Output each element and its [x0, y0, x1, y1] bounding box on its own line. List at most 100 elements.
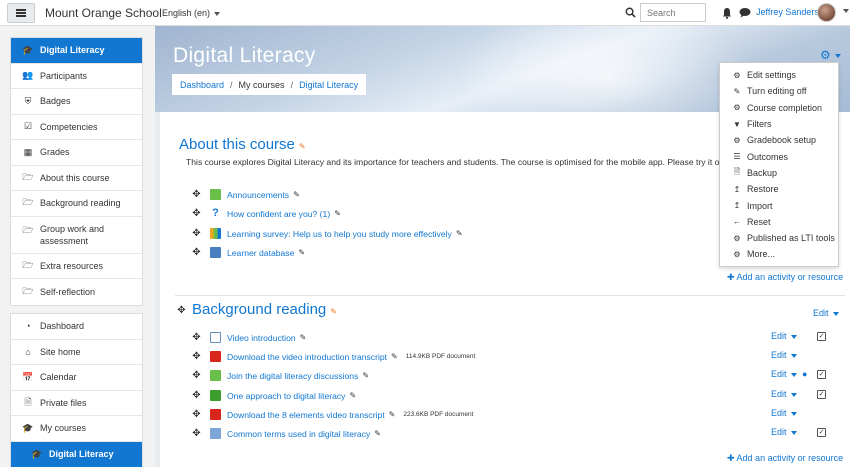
- move-icon[interactable]: ✥: [191, 428, 202, 439]
- menu-item-published-lti[interactable]: ⚙ Published as LTI tools: [720, 230, 838, 246]
- course-admin-menu-button[interactable]: ⚙: [820, 48, 841, 62]
- menu-item-course-completion[interactable]: ⚙ Course completion: [720, 100, 838, 116]
- activity-link[interactable]: Learner database: [227, 248, 294, 258]
- activity-edit-menu[interactable]: Edit: [771, 369, 797, 379]
- activity-link[interactable]: Join the digital literacy discussions: [227, 371, 358, 381]
- sidebar-item-participants[interactable]: 👥 Participants: [11, 64, 142, 89]
- sidebar-item-extra-resources[interactable]: 🗁 Extra resources: [11, 254, 142, 279]
- site-name[interactable]: Mount Orange School: [45, 6, 162, 20]
- menu-item-more[interactable]: ⚙ More...: [720, 246, 838, 262]
- activity-link[interactable]: Video introduction: [227, 333, 296, 343]
- move-icon[interactable]: ✥: [191, 409, 202, 420]
- sidebar-item-calendar[interactable]: 📅 Calendar: [11, 365, 142, 391]
- sidebar-item-site-home[interactable]: ⌂ Site home: [11, 340, 142, 365]
- user-menu-chevron-icon[interactable]: [843, 9, 849, 13]
- sidebar-item-background-reading[interactable]: 🗁 Background reading: [11, 191, 142, 217]
- move-icon[interactable]: ✥: [191, 351, 202, 362]
- move-icon[interactable]: ✥: [191, 247, 202, 258]
- menu-item-gradebook-setup[interactable]: ⚙ Gradebook setup: [720, 132, 838, 148]
- menu-item-edit-settings[interactable]: ⚙ Edit settings: [720, 67, 838, 83]
- add-activity-button[interactable]: ✚ Add an activity or resource: [727, 453, 843, 464]
- activity-edit-menu[interactable]: Edit: [771, 350, 797, 360]
- chevron-down-icon: [214, 11, 221, 16]
- completion-checkbox[interactable]: ✓: [817, 390, 826, 399]
- sidebar-item-digital-literacy[interactable]: 🎓 Digital Literacy: [11, 38, 142, 64]
- edit-pencil-icon[interactable]: ✎: [300, 333, 307, 342]
- edit-pencil-icon[interactable]: ✎: [298, 248, 305, 257]
- menu-item-filters[interactable]: ▼ Filters: [720, 116, 838, 132]
- edit-pencil-icon[interactable]: ✎: [374, 429, 381, 438]
- sidebar-item-badges[interactable]: ⛨ Badges: [11, 89, 142, 115]
- user-name[interactable]: Jeffrey Sanders: [756, 7, 819, 17]
- activity-link[interactable]: How confident are you? (1): [227, 209, 330, 219]
- move-icon[interactable]: ✥: [191, 390, 202, 401]
- upload-icon: ↥: [733, 201, 741, 211]
- filter-icon: ▼: [733, 119, 741, 129]
- language-menu[interactable]: English (en): [162, 8, 221, 18]
- edit-pencil-icon[interactable]: ✎: [334, 209, 341, 218]
- section-title-about[interactable]: About this course ✎: [179, 136, 306, 153]
- activity-row: ✥ Learner database ✎: [191, 247, 305, 258]
- edit-pencil-icon[interactable]: ✎: [330, 307, 337, 316]
- sidebar-item-grades[interactable]: ▦ Grades: [11, 140, 142, 166]
- move-icon[interactable]: ✥: [191, 370, 202, 381]
- activity-edit-menu[interactable]: Edit: [771, 427, 797, 437]
- completion-checkbox[interactable]: ✓: [817, 428, 826, 437]
- activity-edit-menu[interactable]: Edit: [771, 389, 797, 399]
- section-title-background[interactable]: Background reading ✎: [192, 301, 337, 318]
- move-icon[interactable]: ✥: [191, 208, 202, 219]
- search-input[interactable]: [640, 3, 706, 22]
- section-edit-menu[interactable]: Edit: [813, 308, 839, 318]
- sidebar-item-dashboard[interactable]: ◔ Dashboard: [11, 314, 142, 340]
- breadcrumb-dashboard[interactable]: Dashboard: [180, 80, 224, 90]
- move-icon[interactable]: ✥: [191, 228, 202, 239]
- edit-pencil-icon[interactable]: ✎: [349, 391, 356, 400]
- forum-icon: [210, 370, 221, 381]
- sidebar-item-self-reflection[interactable]: 🗁 Self-reflection: [11, 279, 142, 305]
- avatar[interactable]: [817, 3, 836, 22]
- edit-pencil-icon[interactable]: ✎: [389, 410, 396, 419]
- activity-edit-menu[interactable]: Edit: [771, 331, 797, 341]
- menu-item-import[interactable]: ↥ Import: [720, 197, 838, 213]
- edit-pencil-icon[interactable]: ✎: [362, 371, 369, 380]
- bell-icon[interactable]: [722, 7, 732, 19]
- activity-link[interactable]: Common terms used in digital literacy: [227, 429, 370, 439]
- section-move-handle[interactable]: ✥: [176, 305, 187, 316]
- search-icon[interactable]: [625, 7, 636, 18]
- menu-item-backup[interactable]: 🗎 Backup: [720, 165, 838, 181]
- sidebar-item-my-course-digital-literacy[interactable]: 🎓 Digital Literacy: [11, 441, 142, 467]
- chat-bubble-icon[interactable]: [739, 7, 751, 18]
- move-icon[interactable]: ✥: [191, 332, 202, 343]
- menu-item-restore[interactable]: ↥ Restore: [720, 181, 838, 197]
- edit-pencil-icon[interactable]: ✎: [293, 190, 300, 199]
- activity-row: ✥ Announcements ✎: [191, 189, 300, 200]
- sidebar-toggle-button[interactable]: [7, 3, 35, 23]
- breadcrumb-digital-literacy[interactable]: Digital Literacy: [299, 80, 358, 90]
- completion-checkbox[interactable]: ✓: [817, 370, 826, 379]
- edit-pencil-icon[interactable]: ✎: [456, 229, 463, 238]
- activity-link[interactable]: Download the video introduction transcri…: [227, 352, 387, 362]
- sidebar-item-group-work[interactable]: 🗁 Group work and assessment: [11, 217, 142, 254]
- sidebar-item-my-courses[interactable]: 🎓 My courses: [11, 416, 142, 442]
- menu-item-turn-editing-off[interactable]: ✎ Turn editing off: [720, 83, 838, 99]
- sidebar-item-about-this-course[interactable]: 🗁 About this course: [11, 166, 142, 191]
- move-icon[interactable]: ✥: [191, 189, 202, 200]
- activity-link[interactable]: Announcements: [227, 190, 289, 200]
- activity-link[interactable]: Download the 8 elements video transcript: [227, 410, 385, 420]
- menu-item-reset[interactable]: ← Reset: [720, 214, 838, 230]
- course-admin-dropdown: ⚙ Edit settings ✎ Turn editing off ⚙ Course…: [719, 62, 839, 267]
- edit-pencil-icon[interactable]: ✎: [299, 142, 306, 151]
- move-icon[interactable]: ✥: [176, 305, 187, 316]
- activity-link[interactable]: Learning survey: Help us to help you stu…: [227, 229, 452, 239]
- edit-pencil-icon[interactable]: ✎: [391, 352, 398, 361]
- menu-item-outcomes[interactable]: ☰ Outcomes: [720, 148, 838, 164]
- add-activity-button[interactable]: ✚ Add an activity or resource: [727, 272, 843, 283]
- completion-checkbox[interactable]: ✓: [817, 332, 826, 341]
- sidebar-item-competencies[interactable]: ☑ Competencies: [11, 115, 142, 140]
- activity-edit-menu[interactable]: Edit: [771, 408, 797, 418]
- folder-icon: 🗁: [22, 171, 34, 182]
- top-navbar: Mount Orange School English (en) Jeffrey…: [0, 0, 850, 26]
- sidebar-item-private-files[interactable]: 🗎 Private files: [11, 391, 142, 416]
- graduation-cap-icon: 🎓: [22, 44, 34, 55]
- activity-link[interactable]: One approach to digital literacy: [227, 391, 345, 401]
